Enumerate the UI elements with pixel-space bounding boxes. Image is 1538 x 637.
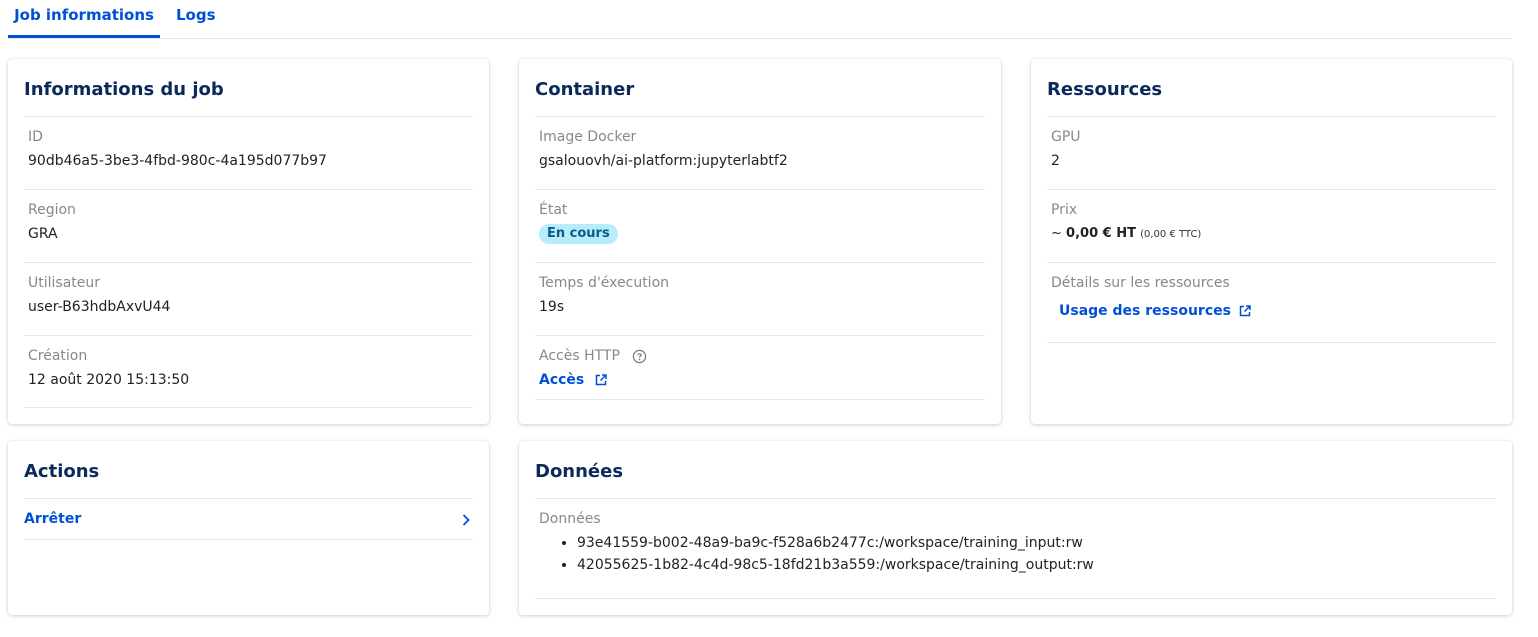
tab-bar: Job informations Logs [8,0,1512,39]
actions-card: Actions Arrêter [8,441,489,615]
region-value: GRA [28,226,58,242]
job-info-card: Informations du job ID 90db46a5-3be3-4fb… [8,59,489,424]
user-value: user-B63hdbAxvU44 [28,299,171,315]
price-value: ~ 0,00 € HT (0,00 € TTC) [1051,226,1201,241]
list-item: 93e41559-b002-48a9-ba9c-f528a6b2477c:/wo… [577,535,1094,551]
http-label: Accès HTTP [539,348,620,364]
gpu-tile: GPU 2 [1047,116,1496,189]
data-card: Données Données 93e41559-b002-48a9-ba9c-… [519,441,1512,615]
job-id-label: ID [28,129,43,145]
details-label: Détails sur les ressources [1051,275,1230,291]
job-id-tile: ID 90db46a5-3be3-4fbd-980c-4a195d077b97 [24,116,473,189]
status-badge: En cours [539,224,618,244]
state-label: État [539,202,568,218]
help-icon[interactable] [632,349,647,364]
http-tile: Accès HTTP Accès [535,335,985,400]
price-ht: 0,00 € HT [1066,226,1136,241]
volume-list: 93e41559-b002-48a9-ba9c-f528a6b2477c:/wo… [561,535,1094,579]
stop-action-row[interactable]: Arrêter [24,498,473,540]
external-link-icon [1240,305,1252,317]
container-card: Container Image Docker gsalouovh/ai-plat… [519,59,1001,424]
state-value-wrap: En cours [539,224,618,244]
exec-label: Temps d'éxecution [539,275,670,291]
resources-title: Ressources [1047,79,1163,100]
image-label: Image Docker [539,129,637,145]
region-label: Region [28,202,76,218]
container-title: Container [535,79,635,100]
data-title: Données [535,461,624,482]
exec-value: 19s [539,299,565,315]
access-link[interactable]: Accès [539,372,584,388]
http-label-wrap: Accès HTTP [539,348,647,364]
image-value: gsalouovh/ai-platform:jupyterlabtf2 [539,153,788,169]
user-tile: Utilisateur user-B63hdbAxvU44 [24,262,473,335]
image-tile: Image Docker gsalouovh/ai-platform:jupyt… [535,116,985,189]
data-label: Données [539,511,601,527]
price-tile: Prix ~ 0,00 € HT (0,00 € TTC) [1047,189,1496,262]
list-item: 42055625-1b82-4c4d-98c5-18fd21b3a559:/wo… [577,557,1094,573]
job-id-value: 90db46a5-3be3-4fbd-980c-4a195d077b97 [28,153,327,169]
price-label: Prix [1051,202,1078,218]
external-link-icon [595,374,607,386]
tab-logs[interactable]: Logs [176,0,216,38]
resource-usage-link[interactable]: Usage des ressources [1059,303,1231,319]
data-tile: Données 93e41559-b002-48a9-ba9c-f528a6b2… [535,498,1496,599]
resources-card: Ressources GPU 2 Prix ~ 0,00 € HT (0,00 … [1031,59,1512,424]
stop-action-link[interactable]: Arrêter [24,511,81,527]
gpu-value: 2 [1051,153,1060,169]
details-link-wrap: Usage des ressources [1059,303,1252,319]
http-link-wrap: Accès [539,372,607,388]
creation-tile: Création 12 août 2020 15:13:50 [24,335,473,408]
state-tile: État En cours [535,189,985,262]
gpu-label: GPU [1051,129,1081,145]
price-prefix: ~ [1051,226,1062,241]
user-label: Utilisateur [28,275,101,291]
creation-value: 12 août 2020 15:13:50 [28,372,190,388]
region-tile: Region GRA [24,189,473,262]
actions-title: Actions [24,461,100,482]
tab-job-informations[interactable]: Job informations [8,0,160,38]
creation-label: Création [28,348,88,364]
exec-tile: Temps d'éxecution 19s [535,262,985,335]
details-tile: Détails sur les ressources Usage des res… [1047,262,1496,343]
chevron-right-icon [462,514,470,526]
job-info-title: Informations du job [24,79,224,100]
price-ttc: (0,00 € TTC) [1140,229,1202,240]
